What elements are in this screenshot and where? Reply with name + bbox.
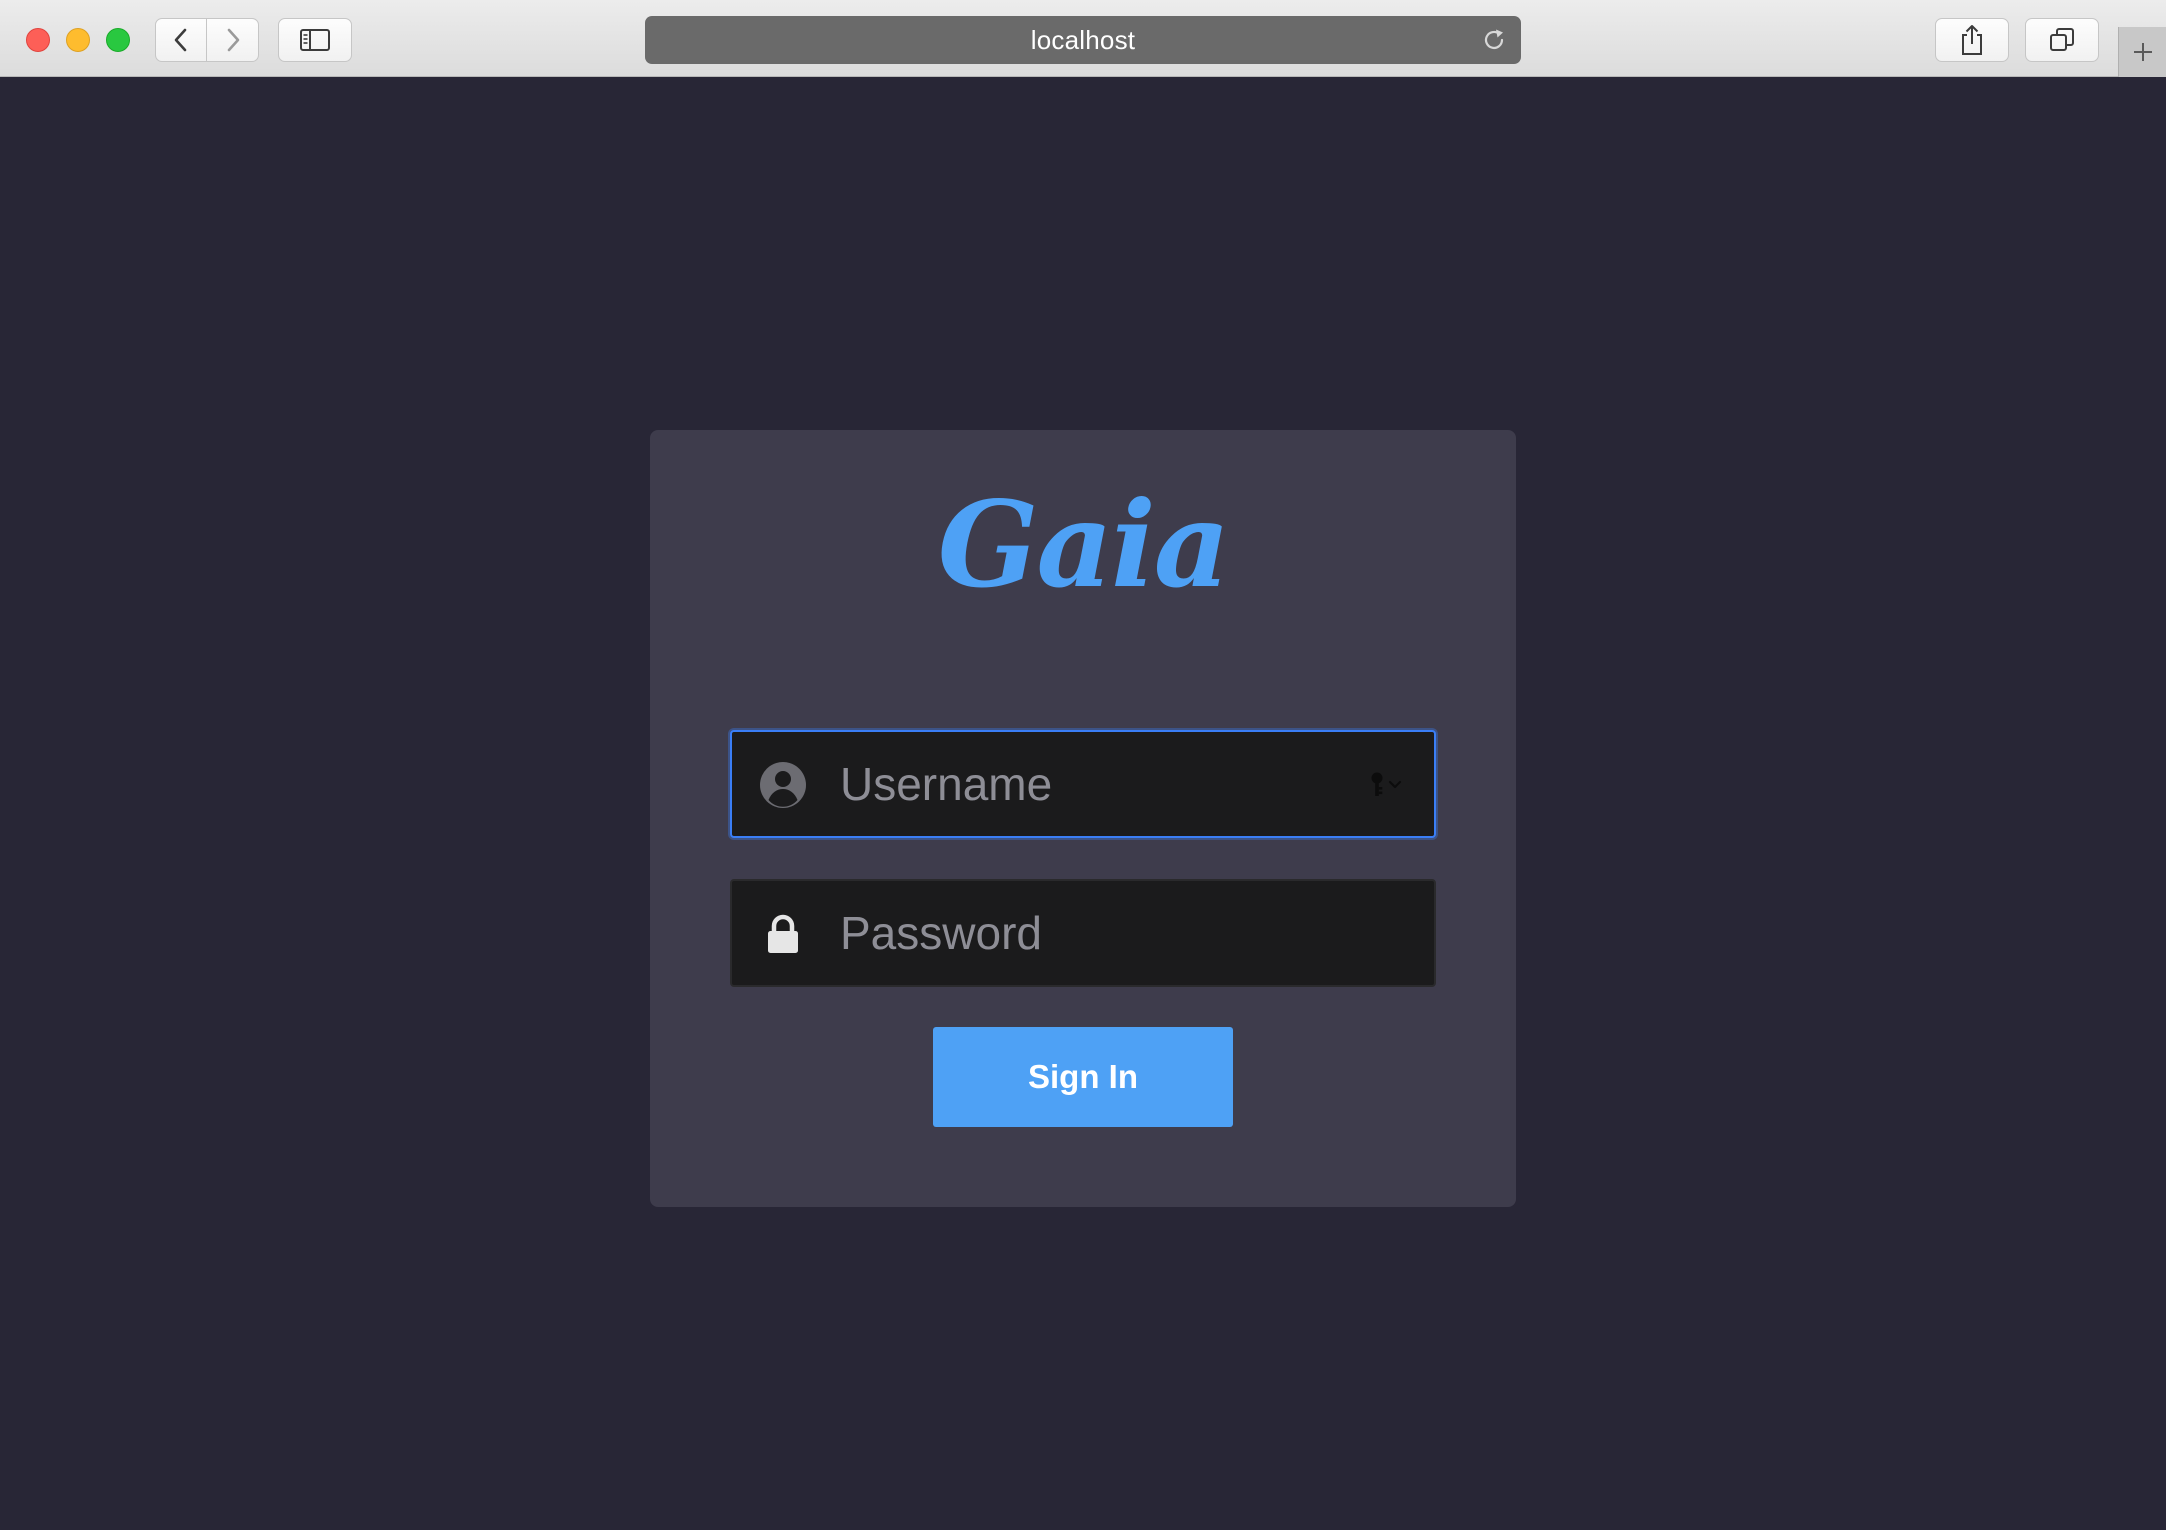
app-logo: Gaia: [937, 475, 1231, 614]
password-input[interactable]: [840, 881, 1360, 985]
zoom-window-button[interactable]: [106, 28, 130, 52]
password-field[interactable]: [730, 879, 1436, 987]
back-button[interactable]: [155, 18, 207, 62]
browser-toolbar: localhost: [0, 0, 2166, 77]
close-window-button[interactable]: [26, 28, 50, 52]
browser-window: localhost Gaia Username Sign In: [0, 0, 2166, 1530]
reload-icon[interactable]: [1481, 27, 1507, 53]
address-bar[interactable]: localhost: [645, 16, 1521, 64]
key-icon[interactable]: [1368, 770, 1406, 798]
sidebar-toggle-button[interactable]: [278, 18, 352, 62]
chevron-left-icon: [174, 28, 187, 52]
share-button[interactable]: [1935, 18, 2009, 62]
address-text: localhost: [1030, 24, 1136, 55]
login-card: Gaia Sign In: [650, 430, 1516, 1207]
username-input[interactable]: [840, 732, 1360, 836]
share-icon: [1962, 25, 1982, 55]
username-field[interactable]: [730, 730, 1436, 838]
forward-button[interactable]: [207, 18, 259, 62]
chevron-right-icon: [227, 28, 239, 52]
lock-icon: [768, 914, 798, 953]
minimize-window-button[interactable]: [66, 28, 90, 52]
new-tab-button[interactable]: [2118, 27, 2166, 77]
user-icon: [760, 762, 806, 808]
sidebar-icon: [300, 29, 330, 51]
tabs-overview-icon: [2050, 28, 2074, 51]
sign-in-button[interactable]: Sign In: [933, 1027, 1233, 1127]
plus-icon: [2133, 43, 2152, 61]
tab-overview-button[interactable]: [2025, 18, 2099, 62]
